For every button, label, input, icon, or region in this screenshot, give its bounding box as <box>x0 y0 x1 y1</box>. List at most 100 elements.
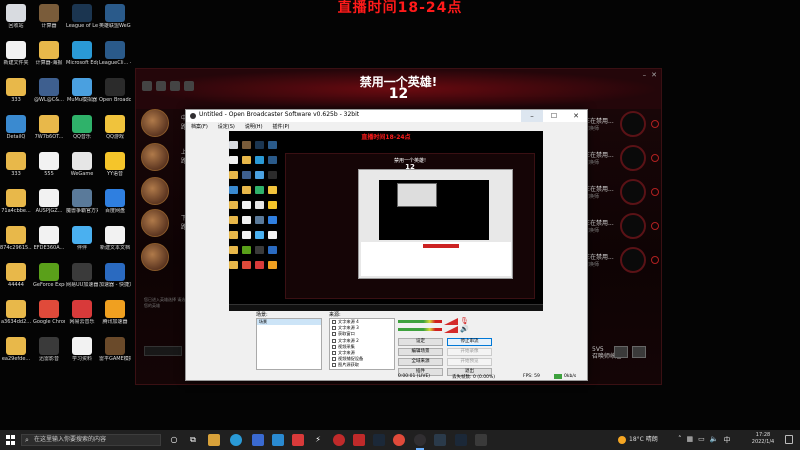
edit-scene-button[interactable]: 编辑场景 <box>398 348 443 356</box>
sources-list[interactable]: 文字来源 4 文字来源 3 获取窗口 文字来源 2 视频采集 文字来源 视频捕捉设备 图片源获… <box>329 318 395 370</box>
desktop-icon[interactable]: EFDE360A... <box>33 224 65 261</box>
mic-icon[interactable]: 🎙 <box>460 318 469 325</box>
desktop-icon[interactable]: 回收站 <box>0 2 32 39</box>
source-visibility-checkbox[interactable] <box>332 332 336 337</box>
desktop-icon[interactable]: QQ音乐 <box>66 113 98 150</box>
desktop-icon[interactable]: 网易云音乐 <box>66 298 98 335</box>
desktop-icon[interactable]: GeForce Experience <box>33 261 65 298</box>
scene-item[interactable]: 场景 <box>257 319 321 325</box>
desktop-icon[interactable]: 伴伴 <box>66 224 98 261</box>
desktop-icon[interactable]: WeGame <box>66 150 98 187</box>
volume-icon[interactable]: 🔈 <box>710 435 719 445</box>
start-recording-button[interactable]: 开始录像 <box>447 348 492 356</box>
source-visibility-checkbox[interactable] <box>332 326 336 331</box>
maximize-icon[interactable]: ☐ <box>543 110 565 122</box>
desktop-icon[interactable]: AUSPJGZ... <box>33 187 65 224</box>
desktop-icon[interactable]: YY语音 <box>99 150 131 187</box>
close-icon[interactable]: ✕ <box>651 71 657 79</box>
mic-volume-slider[interactable] <box>444 318 458 325</box>
obs-menu-item[interactable]: 设定(S) <box>218 123 235 130</box>
wegame-icon[interactable] <box>455 434 467 446</box>
desktop-icon[interactable]: 腾讯加速器 <box>99 298 131 335</box>
app-icon-2[interactable] <box>434 434 446 446</box>
game-chat-input[interactable] <box>144 346 182 356</box>
lol-client-icon[interactable] <box>333 434 345 446</box>
ime-icon[interactable]: 中 <box>723 435 730 445</box>
desktop-icon[interactable]: 魔兽争霸官方对战平台 <box>66 187 98 224</box>
desktop-icon[interactable]: @WL@C&... <box>33 76 65 113</box>
desktop-icon[interactable]: 874c29615... <box>0 224 32 261</box>
desktop-icon[interactable]: 555 <box>33 150 65 187</box>
desktop-icon[interactable]: ea29efde... <box>0 335 32 372</box>
steam-icon[interactable] <box>373 434 385 446</box>
lol-icon[interactable] <box>353 434 365 446</box>
desktop-icon[interactable]: 新建文本文档 <box>99 224 131 261</box>
desktop-icon[interactable]: 7W7b6OT... <box>33 113 65 150</box>
speaker-icon[interactable]: 🔊 <box>460 326 469 333</box>
battery-icon[interactable]: ▭ <box>698 435 705 445</box>
obs-menu-item[interactable]: 插件(P) <box>273 123 290 130</box>
source-visibility-checkbox[interactable] <box>332 363 336 368</box>
source-visibility-checkbox[interactable] <box>332 351 336 356</box>
app-icon-3[interactable] <box>475 434 487 446</box>
desktop-icon[interactable]: DetailQ <box>0 113 32 150</box>
desktop-icon[interactable]: a3634dd2... <box>0 298 32 335</box>
network-icon[interactable]: ▦ <box>687 435 694 445</box>
desktop-icon[interactable]: 加速器 - 快捷方式 <box>99 261 131 298</box>
global-sources-button[interactable]: 全域来源 <box>398 358 443 366</box>
desktop-icon[interactable]: 计算器-海报 <box>33 39 65 76</box>
taskbar-search-box[interactable]: ⌕ 在这里输入你要搜索的内容 <box>21 434 161 446</box>
desktop-icon[interactable]: 百度网盘 <box>99 187 131 224</box>
preview-stream-button[interactable]: 开始预览 <box>447 358 492 366</box>
chevron-up-icon[interactable]: ˄ <box>678 435 682 445</box>
desktop-volume-slider[interactable] <box>444 326 458 333</box>
netease-music-icon[interactable] <box>292 434 304 446</box>
file-explorer-icon[interactable] <box>208 434 220 446</box>
obs-menu-item[interactable]: 档案(F) <box>191 123 208 130</box>
chrome-icon[interactable] <box>393 434 405 446</box>
desktop-icon[interactable]: Open Broadcast... <box>99 76 131 113</box>
source-item[interactable]: 图片源获取 <box>330 362 394 368</box>
app-icon[interactable] <box>272 434 284 446</box>
desktop-icon[interactable]: 雷平GAME模拟器 <box>99 335 131 372</box>
taskbar-clock[interactable]: 17:28 2022/1/4 <box>748 432 778 446</box>
source-visibility-checkbox[interactable] <box>332 344 336 349</box>
desktop-icon[interactable]: 333 <box>0 150 32 187</box>
desktop-icon[interactable]: 网易UU加速器 <box>66 261 98 298</box>
start-button[interactable] <box>6 435 16 445</box>
desktop-icon[interactable]: Microsoft Edge <box>66 39 98 76</box>
store-icon[interactable] <box>252 434 264 446</box>
source-visibility-checkbox[interactable] <box>332 338 336 343</box>
desktop-icon[interactable]: 迅雷影音 <box>33 335 65 372</box>
desktop-icon[interactable]: 学习资料 <box>66 335 98 372</box>
rune-button[interactable] <box>614 346 628 358</box>
desktop-icon[interactable]: LeagueCli... - 快捷方式 <box>99 39 131 76</box>
desktop-icon[interactable]: 333 <box>0 76 32 113</box>
close-icon[interactable]: ✕ <box>565 110 587 122</box>
lightning-icon[interactable]: ⚡ <box>312 434 324 446</box>
desktop-icon[interactable]: 新建文件夹 <box>0 39 32 76</box>
minimize-icon[interactable]: – <box>643 71 647 79</box>
desktop-icon[interactable]: QQ游戏 <box>99 113 131 150</box>
source-visibility-checkbox[interactable] <box>332 320 336 325</box>
desktop-icon[interactable]: 71a4cbbe... <box>0 187 32 224</box>
minimize-icon[interactable]: – <box>521 110 543 122</box>
desktop-icon[interactable]: MuMu模拟器 <box>66 76 98 113</box>
desktop-icon[interactable]: 44444 <box>0 261 32 298</box>
edge-icon[interactable] <box>230 434 242 446</box>
desktop-icon[interactable]: League of Legends <box>66 2 98 39</box>
source-visibility-checkbox[interactable] <box>332 357 336 362</box>
stop-stream-button[interactable]: 停止串流 <box>447 338 492 346</box>
notification-icon[interactable] <box>785 435 793 444</box>
desktop-icon[interactable]: 计算器 <box>33 2 65 39</box>
cortana-icon[interactable]: ○ <box>168 434 180 446</box>
task-view-icon[interactable]: ⧉ <box>187 434 199 446</box>
obs-icon[interactable] <box>414 434 426 446</box>
settings-button[interactable]: 设定 <box>398 338 443 346</box>
weather-widget[interactable]: 18°C 晴朗 <box>618 433 658 447</box>
scenes-list[interactable]: 场景 <box>256 318 322 370</box>
desktop-icon[interactable]: 英雄联盟WeGame版 <box>99 2 131 39</box>
obs-menu-item[interactable]: 说明(H) <box>245 123 263 130</box>
desktop-icon[interactable]: Google Chrome <box>33 298 65 335</box>
skin-button[interactable] <box>632 346 646 358</box>
